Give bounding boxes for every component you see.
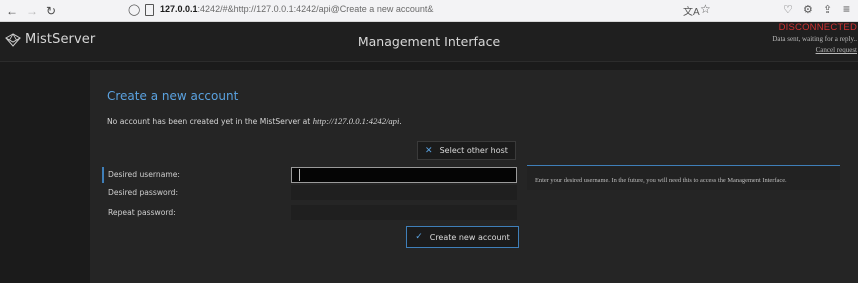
extension-icon[interactable]: ⚙ [803,3,813,16]
intro-url: http://127.0.0.1:4242/api [312,116,400,126]
text-caret [299,169,300,181]
menu-icon[interactable]: ≡ [843,2,850,16]
repeat-password-input[interactable] [291,205,517,220]
password-label: Desired password: [108,188,179,197]
pocket-icon[interactable]: ♡ [783,3,793,16]
username-label: Desired username: [108,170,180,179]
create-account-button[interactable]: ✓ Create new account [406,226,519,248]
intro-text: No account has been created yet in the M… [107,116,402,126]
address-bar[interactable]: 127.0.0.1:4242/#&http://127.0.0.1:4242/a… [160,4,433,14]
share-icon[interactable]: ⇪ [823,3,832,16]
forward-arrow-icon[interactable]: → [24,3,40,19]
url-path: :4242/#&http://127.0.0.1:4242/api@Create… [197,4,434,14]
password-input[interactable] [291,185,517,200]
repeat-password-row: Repeat password: [90,205,520,221]
connection-status: DISCONNECTED [778,22,857,33]
password-row: Desired password: [90,185,520,201]
focus-indicator [102,167,104,183]
help-panel: Enter your desired username. In the futu… [527,165,840,190]
close-x-icon: ✕ [425,145,433,156]
page-title: Management Interface [357,34,501,49]
translate-icon[interactable]: 文A [683,3,700,18]
shield-icon[interactable]: ◯ [128,3,140,16]
page-heading: Create a new account [107,89,239,103]
bookmark-star-icon[interactable]: ☆ [700,2,711,16]
back-arrow-icon[interactable]: ← [4,3,20,19]
select-other-host-button[interactable]: ✕ Select other host [417,141,516,160]
intro-prefix: No account has been created yet in the M… [107,117,313,126]
username-row: Desired username: [90,167,520,183]
page-icon[interactable] [145,4,154,16]
cancel-request-link[interactable]: Cancel request [816,46,857,54]
left-nav [0,63,90,283]
reload-icon[interactable]: ↻ [43,3,59,19]
connection-message: Data sent, waiting for a reply.. [772,35,857,43]
intro-end: . [399,117,402,126]
repeat-password-label: Repeat password: [108,208,176,217]
browser-toolbar: ← → ↻ ◯ 127.0.0.1:4242/#&http://127.0.0.… [0,0,858,22]
app-header: MistServer Management Interface DISCONNE… [0,22,858,62]
select-other-host-label: Select other host [439,146,508,155]
checkmark-icon: ✓ [415,232,423,242]
username-input[interactable] [291,167,517,183]
help-text: Enter your desired username. In the futu… [535,177,787,184]
main-panel: Create a new account No account has been… [90,70,858,283]
create-account-label: Create new account [429,232,510,242]
url-host: 127.0.0.1 [160,4,198,14]
